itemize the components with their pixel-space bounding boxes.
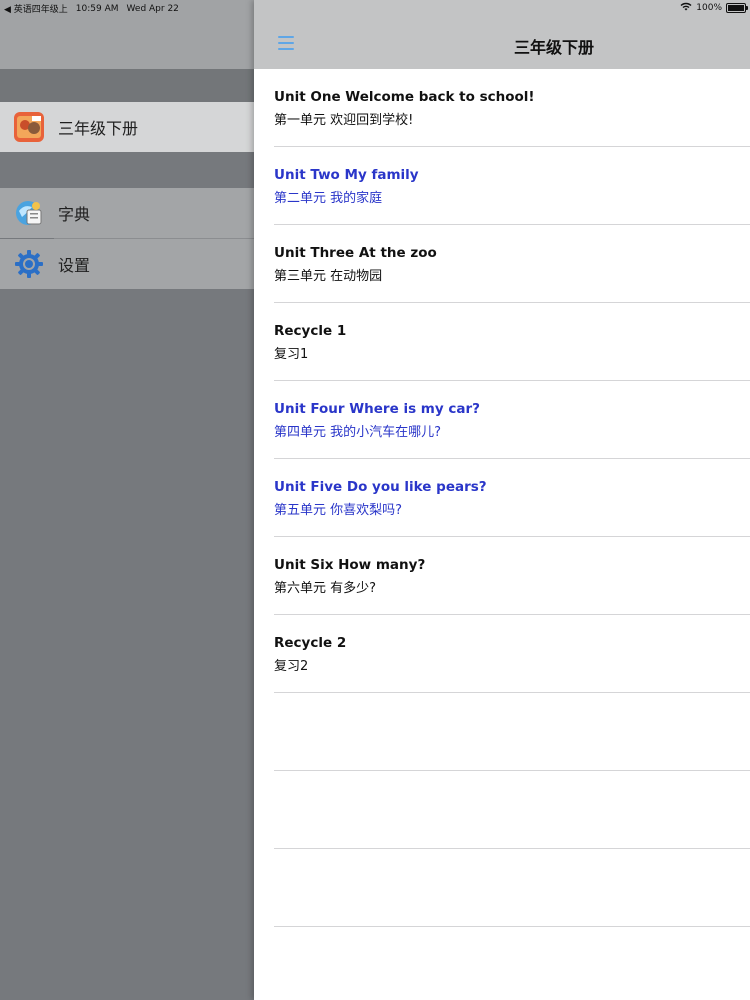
list-item-unit-five[interactable]: Unit Five Do you like pears? 第五单元 你喜欢梨吗?	[254, 459, 750, 537]
list-item-unit-four[interactable]: Unit Four Where is my car? 第四单元 我的小汽车在哪儿…	[254, 381, 750, 459]
unit-title-en: Unit Two My family	[274, 167, 419, 183]
status-time: 10:59 AM	[75, 3, 119, 14]
back-to-app-link[interactable]: ◀ 英语四年级上	[4, 2, 68, 15]
gear-icon	[14, 249, 44, 279]
side-menu-spacer	[0, 69, 254, 102]
unit-title-zh: 第二单元 我的家庭	[274, 191, 383, 206]
unit-title-en: Recycle 1	[274, 323, 347, 339]
unit-title-zh: 第六单元 有多少?	[274, 581, 377, 596]
empty-row	[254, 771, 750, 849]
status-bar: ◀ 英语四年级上 10:59 AM Wed Apr 22 100%	[0, 0, 750, 16]
battery-percent: 100%	[696, 3, 722, 13]
unit-title-zh: 第五单元 你喜欢梨吗?	[274, 503, 403, 518]
unit-list: Unit One Welcome back to school! 第一单元 欢迎…	[254, 69, 750, 1000]
unit-title-zh: 第三单元 在动物园	[274, 269, 383, 284]
sidebar-item-label: 字典	[58, 205, 91, 224]
list-item-recycle-1[interactable]: Recycle 1 复习1	[254, 303, 750, 381]
unit-title-en: Unit Six How many?	[274, 557, 426, 573]
unit-title-zh: 第一单元 欢迎回到学校!	[274, 113, 414, 128]
sidebar-item-dictionary[interactable]: 字典	[0, 188, 254, 238]
list-item-unit-one[interactable]: Unit One Welcome back to school! 第一单元 欢迎…	[254, 69, 750, 147]
sidebar-item-label: 设置	[58, 256, 91, 275]
side-menu-spacer	[0, 153, 254, 188]
list-item-recycle-2[interactable]: Recycle 2 复习2	[254, 615, 750, 693]
empty-row	[254, 927, 750, 1000]
empty-row	[254, 849, 750, 927]
hamburger-menu-icon[interactable]	[278, 36, 294, 50]
wifi-icon	[680, 2, 692, 14]
book-cover-icon	[14, 112, 44, 142]
side-menu: 三年级下册 字典 设置	[0, 0, 254, 1000]
page-title: 三年级下册	[513, 38, 594, 57]
main-panel: 三年级下册 Unit One Welcome back to school! 第…	[254, 0, 750, 1000]
unit-title-en: Recycle 2	[274, 635, 347, 651]
unit-title-en: Unit Four Where is my car?	[274, 401, 480, 417]
status-date: Wed Apr 22	[126, 3, 179, 14]
unit-title-en: Unit Three At the zoo	[274, 245, 437, 261]
sidebar-item-book[interactable]: 三年级下册	[0, 102, 254, 152]
sidebar-item-settings[interactable]: 设置	[0, 239, 254, 289]
unit-title-en: Unit Five Do you like pears?	[274, 479, 487, 495]
unit-title-zh: 复习2	[274, 659, 309, 674]
unit-title-en: Unit One Welcome back to school!	[274, 89, 535, 105]
unit-title-zh: 复习1	[274, 347, 309, 362]
dictionary-icon	[14, 198, 44, 228]
list-item-unit-three[interactable]: Unit Three At the zoo 第三单元 在动物园	[254, 225, 750, 303]
battery-icon	[726, 3, 748, 13]
empty-row	[254, 693, 750, 771]
list-item-unit-six[interactable]: Unit Six How many? 第六单元 有多少?	[254, 537, 750, 615]
sidebar-item-label: 三年级下册	[58, 119, 139, 138]
list-item-unit-two[interactable]: Unit Two My family 第二单元 我的家庭	[254, 147, 750, 225]
unit-title-zh: 第四单元 我的小汽车在哪儿?	[274, 425, 442, 440]
